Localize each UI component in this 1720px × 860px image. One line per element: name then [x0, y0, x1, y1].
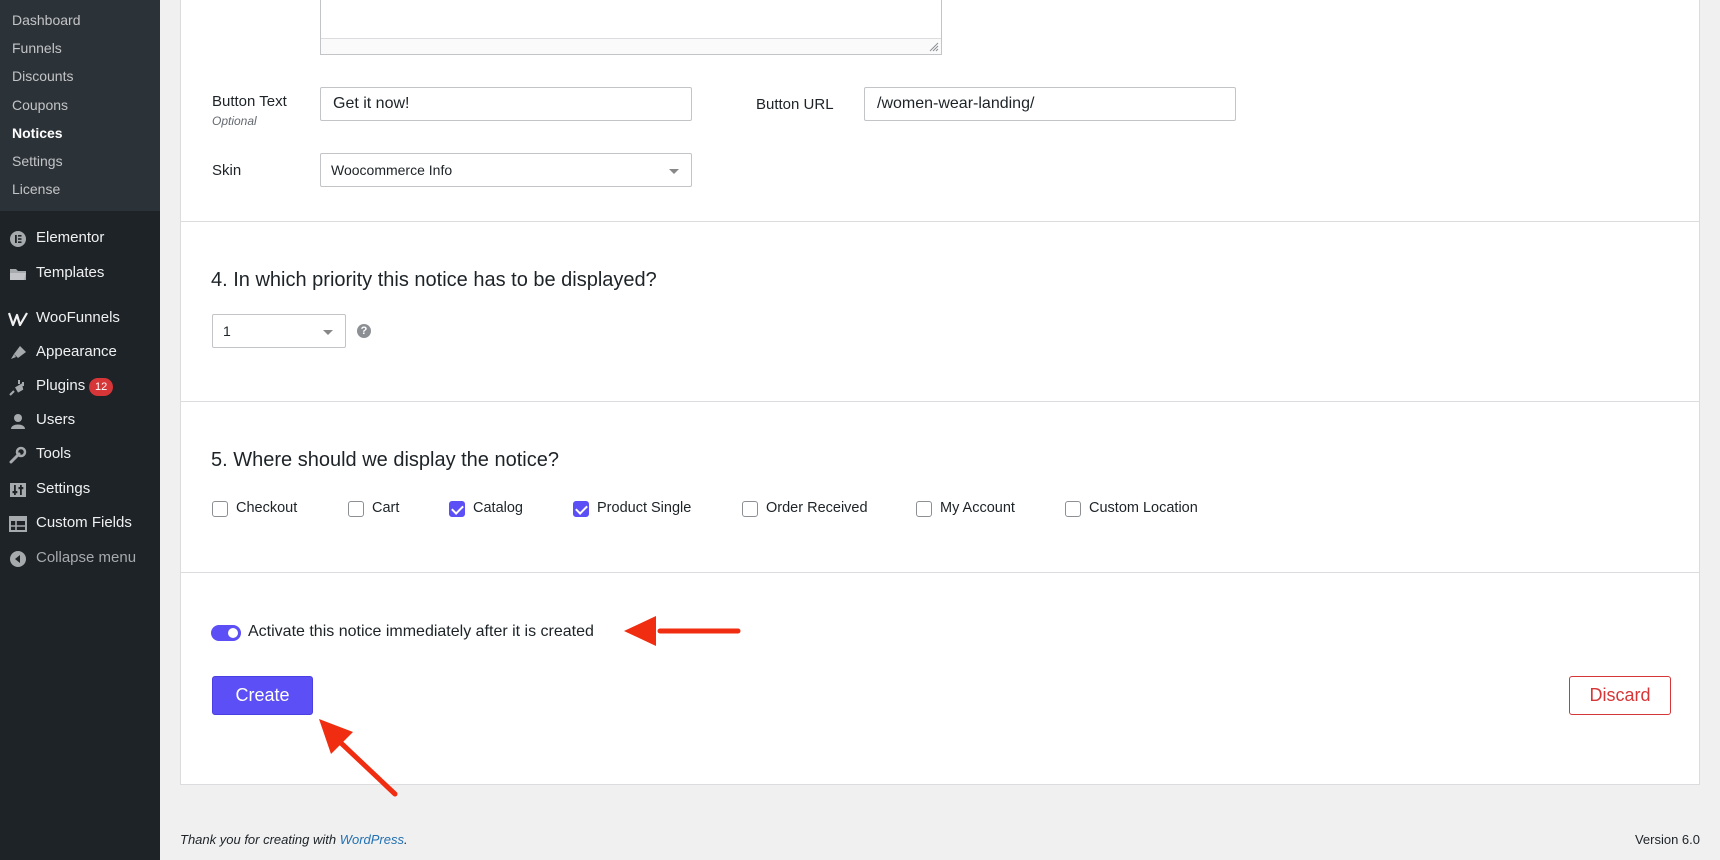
toggle-knob: [228, 628, 238, 638]
resize-grip-icon[interactable]: [929, 42, 939, 52]
footer-thanks-end: .: [404, 832, 408, 847]
menu-label-collapse: Collapse menu: [36, 549, 137, 566]
woofunnels-submenu: Dashboard Funnels Discounts Coupons Noti…: [0, 0, 160, 211]
discard-button[interactable]: Discard: [1569, 676, 1671, 715]
help-icon[interactable]: ?: [357, 324, 371, 338]
menu-label-woofunnels: WooFunnels: [36, 309, 120, 326]
checkbox-product-single-box[interactable]: [573, 501, 589, 517]
submenu-item-discounts[interactable]: Discounts: [12, 67, 73, 85]
submenu-item-license[interactable]: License: [12, 180, 60, 198]
checkbox-custom-location-label: Custom Location: [1089, 500, 1198, 516]
menu-label-custom-fields: Custom Fields: [36, 514, 132, 531]
menu-label-tools: Tools: [36, 445, 72, 462]
admin-sidebar: Dashboard Funnels Discounts Coupons Noti…: [0, 0, 160, 860]
create-button[interactable]: Create: [212, 676, 313, 715]
priority-select-value: 1: [223, 323, 231, 339]
menu-label-appearance: Appearance: [36, 343, 117, 360]
button-url-input[interactable]: /women-wear-landing/: [864, 87, 1236, 121]
checkbox-my-account-box[interactable]: [916, 501, 932, 517]
menu-item-elementor[interactable]: Elementor: [0, 225, 160, 253]
chevron-down-icon: [323, 330, 333, 335]
checkbox-cart-label: Cart: [372, 500, 400, 516]
section-divider: [181, 572, 1699, 573]
footer-thanks: Thank you for creating with WordPress.: [180, 832, 408, 847]
submenu-item-coupons[interactable]: Coupons: [12, 96, 68, 114]
menu-item-custom-fields[interactable]: Custom Fields: [0, 510, 160, 538]
menu-label-elementor: Elementor: [36, 229, 105, 246]
table-icon: [9, 516, 27, 532]
section-divider: [181, 401, 1699, 402]
collapse-menu-button[interactable]: Collapse menu: [0, 545, 160, 573]
skin-label: Skin: [212, 162, 242, 179]
menu-item-tools[interactable]: Tools: [0, 441, 160, 469]
button-url-label: Button URL: [756, 96, 834, 113]
activate-toggle[interactable]: [211, 625, 241, 641]
wordpress-link[interactable]: WordPress: [340, 832, 404, 847]
settings-sliders-icon: [10, 483, 26, 497]
skin-select[interactable]: Woocommerce Info: [320, 153, 692, 187]
menu-item-users[interactable]: Users: [0, 407, 160, 435]
menu-label-plugins: Plugins: [36, 377, 86, 394]
button-text-label: Button Text: [212, 93, 287, 110]
submenu-item-notices[interactable]: Notices: [12, 124, 63, 142]
checkbox-catalog-box[interactable]: [449, 501, 465, 517]
display-section-title: 5. Where should we display the notice?: [211, 449, 559, 471]
menu-item-templates[interactable]: Templates: [0, 260, 160, 288]
notice-form-panel: Button Text Optional Get it now! Button …: [180, 0, 1700, 785]
checkbox-order-received-box[interactable]: [742, 501, 758, 517]
menu-item-settings[interactable]: Settings: [0, 476, 160, 504]
checkbox-checkout-label: Checkout: [236, 500, 298, 516]
paintbrush-icon: [11, 346, 26, 359]
checkbox-my-account-label: My Account: [940, 500, 1015, 516]
checkbox-custom-location-box[interactable]: [1065, 501, 1081, 517]
checkbox-product-single-label: Product Single: [597, 500, 692, 516]
footer-thanks-text: Thank you for creating with: [180, 832, 340, 847]
collapse-icon: [10, 551, 26, 567]
menu-item-appearance[interactable]: Appearance: [0, 339, 160, 367]
chevron-down-icon: [669, 169, 679, 174]
menu-item-woofunnels[interactable]: WooFunnels: [0, 305, 160, 333]
menu-item-plugins[interactable]: Plugins 12: [0, 373, 160, 401]
submenu-item-dashboard[interactable]: Dashboard: [12, 11, 81, 29]
plugins-update-badge: 12: [89, 378, 114, 396]
priority-select[interactable]: 1: [212, 314, 346, 348]
checkbox-catalog-label: Catalog: [473, 500, 523, 516]
submenu-item-funnels[interactable]: Funnels: [12, 39, 62, 57]
folder-icon: [10, 269, 26, 280]
checkbox-order-received-label: Order Received: [766, 500, 868, 516]
user-icon: [11, 414, 25, 429]
textarea-statusbar: [321, 38, 941, 54]
priority-section-title: 4. In which priority this notice has to …: [211, 269, 657, 291]
checkbox-cart-box[interactable]: [348, 501, 364, 517]
menu-label-settings: Settings: [36, 480, 91, 497]
section-divider: [181, 221, 1699, 222]
notice-content-textarea[interactable]: [320, 0, 942, 55]
footer-version: Version 6.0: [1634, 832, 1700, 847]
plugin-icon: [9, 380, 24, 396]
button-text-optional-hint: Optional: [212, 114, 257, 128]
woofunnels-icon: [8, 312, 28, 327]
activate-toggle-label: Activate this notice immediately after i…: [248, 623, 594, 640]
button-text-input[interactable]: Get it now!: [320, 87, 692, 121]
skin-select-value: Woocommerce Info: [331, 162, 453, 178]
menu-label-templates: Templates: [36, 264, 105, 281]
checkbox-checkout-box[interactable]: [212, 501, 228, 517]
submenu-item-settings[interactable]: Settings: [12, 152, 63, 170]
menu-label-users: Users: [36, 411, 76, 428]
elementor-icon: [10, 231, 26, 247]
wrench-icon: [9, 446, 27, 464]
